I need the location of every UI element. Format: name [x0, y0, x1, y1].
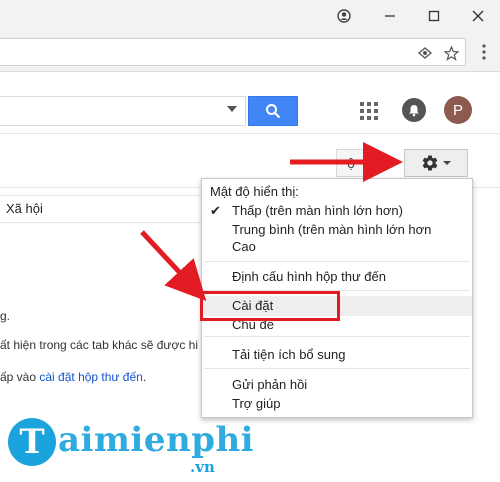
watermark-text: aimienphi	[58, 420, 255, 460]
watermark-logo: T aimienphi .vn	[8, 418, 254, 478]
annotation-arrows	[140, 142, 403, 301]
watermark-suffix: .vn	[190, 458, 215, 476]
watermark-letter: T	[8, 418, 56, 466]
arrow-to-settings	[140, 230, 207, 301]
